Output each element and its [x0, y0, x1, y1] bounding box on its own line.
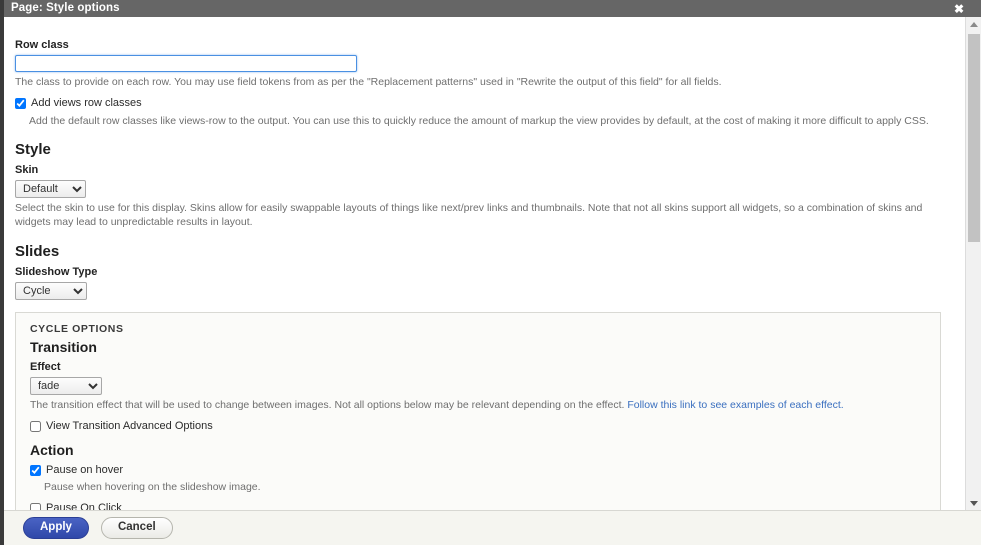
- transition-advanced-row[interactable]: View Transition Advanced Options: [30, 420, 926, 433]
- pause-on-click-row[interactable]: Pause On Click: [30, 502, 926, 510]
- transition-heading: Transition: [30, 338, 97, 355]
- cancel-button[interactable]: Cancel: [100, 516, 173, 540]
- slides-section-heading: Slides: [15, 242, 60, 260]
- scrollbar-thumb[interactable]: [968, 34, 980, 242]
- row-class-input[interactable]: [15, 55, 357, 73]
- vertical-scrollbar[interactable]: [965, 17, 981, 510]
- row-class-label: Row class: [15, 39, 69, 51]
- close-icon[interactable]: ✖: [951, 0, 967, 17]
- row-class-description: The class to provide on each row. You ma…: [15, 76, 722, 89]
- add-views-row-classes-label[interactable]: Add views row classes: [31, 97, 142, 110]
- field-add-views-row-classes: Add views row classes Add the default ro…: [15, 97, 953, 127]
- skin-select[interactable]: Default: [15, 180, 86, 199]
- slideshow-type-select[interactable]: Cycle: [15, 281, 87, 300]
- dialog-titlebar: Page: Style options ✖: [4, 0, 981, 17]
- cycle-options-panel: CYCLE OPTIONS Transition Effect fade The…: [15, 311, 941, 510]
- transition-advanced-label[interactable]: View Transition Advanced Options: [46, 420, 213, 433]
- cycle-options-legend: CYCLE OPTIONS: [30, 322, 124, 335]
- field-slideshow-type: Slideshow Type Cycle: [15, 266, 953, 300]
- dialog-footer: Apply Cancel: [4, 510, 981, 545]
- dialog-body: Row class The class to provide on each r…: [4, 17, 981, 510]
- transition-advanced-checkbox[interactable]: [30, 421, 41, 433]
- pause-on-hover-label[interactable]: Pause on hover: [46, 464, 123, 477]
- effect-select[interactable]: fade: [30, 377, 102, 396]
- slideshow-type-label: Slideshow Type: [15, 265, 98, 278]
- effect-description-text: The transition effect that will be used …: [30, 399, 628, 412]
- dialog-title: Page: Style options: [11, 1, 120, 14]
- effect-examples-link[interactable]: Follow this link to see examples of each…: [627, 399, 843, 411]
- style-options-dialog: Page: Style options ✖ Row class The clas…: [4, 0, 981, 545]
- field-row-class: Row class The class to provide on each r…: [15, 39, 953, 89]
- dialog-content-scroll-area: Row class The class to provide on each r…: [4, 17, 965, 510]
- effect-label: Effect: [30, 361, 61, 374]
- add-views-row-classes-row[interactable]: Add views row classes: [15, 97, 953, 110]
- add-views-row-classes-checkbox[interactable]: [15, 98, 26, 110]
- skin-label: Skin: [15, 163, 39, 176]
- effect-description: The transition effect that will be used …: [30, 398, 926, 412]
- pause-on-hover-description: Pause when hovering on the slideshow ima…: [44, 480, 261, 493]
- scroll-up-arrow-icon[interactable]: [966, 17, 981, 31]
- style-section-heading: Style: [15, 140, 51, 158]
- pause-on-click-label[interactable]: Pause On Click: [46, 502, 122, 510]
- apply-button[interactable]: Apply: [23, 516, 89, 540]
- skin-description: Select the skin to use for this display.…: [15, 202, 923, 229]
- pause-on-hover-checkbox[interactable]: [30, 464, 41, 476]
- action-heading: Action: [30, 441, 74, 458]
- pause-on-hover-row[interactable]: Pause on hover: [30, 464, 926, 477]
- pause-on-click-checkbox[interactable]: [30, 503, 41, 510]
- field-skin: Skin Default Select the skin to use for …: [15, 164, 953, 230]
- scroll-down-arrow-icon[interactable]: [966, 496, 981, 510]
- add-views-row-classes-description: Add the default row classes like views-r…: [29, 114, 929, 127]
